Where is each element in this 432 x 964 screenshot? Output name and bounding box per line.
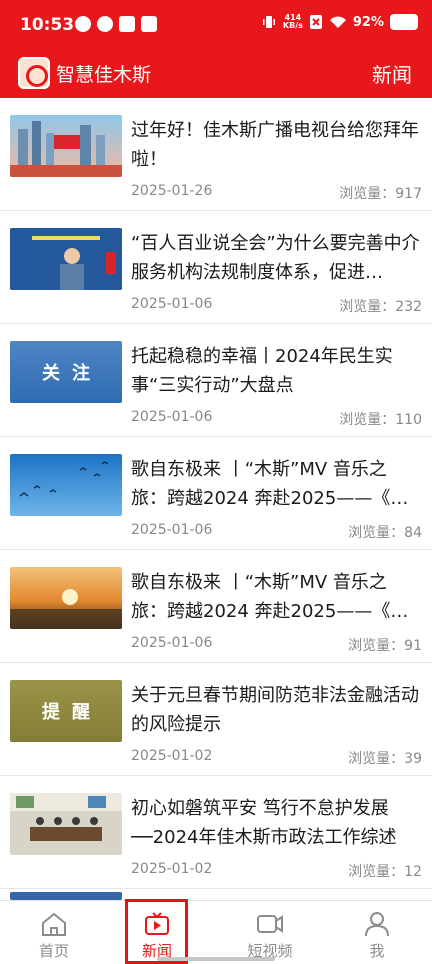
news-item[interactable]: 提醒 关于元旦春节期间防范非法金融活动的风险提示 2025-01-02 浏览量：… xyxy=(0,663,432,776)
news-title[interactable]: 过年好！佳木斯广播电视台给您拜年啦！ xyxy=(131,116,421,174)
news-views: 浏览量：91 xyxy=(348,638,422,654)
nav-label: 我 xyxy=(369,942,385,960)
news-views: 浏览量：110 xyxy=(339,412,422,428)
news-thumbnail[interactable]: 提醒 xyxy=(10,680,122,742)
thumbnail-caption: 关注 xyxy=(42,363,102,384)
status-right: 414 KB/s 92% xyxy=(261,14,418,30)
vibrate-icon xyxy=(262,16,275,28)
news-date: 2025-01-06 xyxy=(131,635,213,651)
battery-percent: 92% xyxy=(352,14,384,30)
app-logo-icon xyxy=(18,57,50,89)
no-sim-icon xyxy=(309,15,322,29)
news-thumbnail[interactable] xyxy=(10,228,122,290)
user-icon xyxy=(365,912,389,937)
news-list[interactable]: 过年好！佳木斯广播电视台给您拜年啦！ 2025-01-26 浏览量：917 “百… xyxy=(0,98,432,900)
section-title: 新闻 xyxy=(372,63,412,87)
news-item[interactable]: 歌自东极来 丨“木斯”MV 音乐之旅：跨越2024 奔赴2025——《… 202… xyxy=(0,437,432,550)
crown-icon xyxy=(141,16,157,32)
news-title[interactable]: 初心如磐筑平安 笃行不怠护发展──2024年佳木斯市政法工作综述 xyxy=(131,794,421,852)
app-header: 智慧佳木斯 新闻 xyxy=(0,50,432,98)
news-item[interactable] xyxy=(0,889,432,900)
nav-short-video[interactable]: 短视频 xyxy=(220,901,320,964)
news-thumbnail[interactable] xyxy=(10,567,122,629)
news-title[interactable]: “百人百业说全会”为什么要完善中介服务机构法规制度体系，促进… xyxy=(131,229,421,287)
news-views: 浏览量：39 xyxy=(348,751,422,767)
bottom-nav: 首页 新闻 短视频 我 xyxy=(0,900,432,964)
home-icon xyxy=(42,912,66,936)
nav-home[interactable]: 首页 xyxy=(4,901,104,964)
news-date: 2025-01-02 xyxy=(131,748,213,764)
news-item[interactable]: “百人百业说全会”为什么要完善中介服务机构法规制度体系，促进… 2025-01-… xyxy=(0,211,432,324)
news-item[interactable]: 初心如磐筑平安 笃行不怠护发展──2024年佳木斯市政法工作综述 2025-01… xyxy=(0,776,432,889)
status-bar: 10:53 414 KB/s 92% xyxy=(0,0,432,50)
news-title[interactable]: 歌自东极来 丨“木斯”MV 音乐之旅：跨越2024 奔赴2025——《… xyxy=(131,455,421,513)
active-tab-highlight xyxy=(125,899,188,964)
news-thumbnail[interactable] xyxy=(10,454,122,516)
news-item[interactable]: 过年好！佳木斯广播电视台给您拜年啦！ 2025-01-26 浏览量：917 xyxy=(0,98,432,211)
news-item[interactable]: 关注 托起稳稳的幸福丨2024年民生实事“三实行动”大盘点 2025-01-06… xyxy=(0,324,432,437)
news-thumbnail[interactable] xyxy=(10,115,122,177)
news-date: 2025-01-02 xyxy=(131,861,213,877)
nav-label: 首页 xyxy=(38,942,69,960)
news-date: 2025-01-06 xyxy=(131,409,213,425)
news-thumbnail[interactable]: 关注 xyxy=(10,341,122,403)
network-speed: 414 KB/s xyxy=(283,14,303,30)
news-date: 2025-01-06 xyxy=(131,522,213,538)
notification-icon xyxy=(75,16,91,32)
news-date: 2025-01-06 xyxy=(131,296,213,312)
app-title: 智慧佳木斯 xyxy=(56,64,152,86)
news-item[interactable]: 歌自东极来 丨“木斯”MV 音乐之旅：跨越2024 奔赴2025——《… 202… xyxy=(0,550,432,663)
news-views: 浏览量：917 xyxy=(339,186,422,202)
news-title[interactable]: 托起稳稳的幸福丨2024年民生实事“三实行动”大盘点 xyxy=(131,342,421,400)
news-views: 浏览量：12 xyxy=(348,864,422,880)
home-indicator[interactable] xyxy=(157,957,275,961)
status-time: 10:53 xyxy=(20,15,75,35)
video-camera-icon xyxy=(257,915,283,933)
nav-profile[interactable]: 我 xyxy=(327,901,427,964)
news-thumbnail[interactable] xyxy=(10,892,122,900)
news-title[interactable]: 歌自东极来 丨“木斯”MV 音乐之旅：跨越2024 奔赴2025——《… xyxy=(131,568,421,626)
battery-icon xyxy=(390,14,418,30)
wifi-icon xyxy=(329,16,346,28)
news-views: 浏览量：232 xyxy=(339,299,422,315)
notification-icon xyxy=(97,16,113,32)
notification-icons xyxy=(75,16,157,32)
thumbnail-caption: 提醒 xyxy=(42,702,102,723)
speed-unit: KB/s xyxy=(282,21,303,30)
news-views: 浏览量：84 xyxy=(348,525,422,541)
mail-icon xyxy=(119,16,135,32)
news-date: 2025-01-26 xyxy=(131,183,213,199)
news-title[interactable]: 关于元旦春节期间防范非法金融活动的风险提示 xyxy=(131,681,421,739)
news-thumbnail[interactable] xyxy=(10,793,122,855)
